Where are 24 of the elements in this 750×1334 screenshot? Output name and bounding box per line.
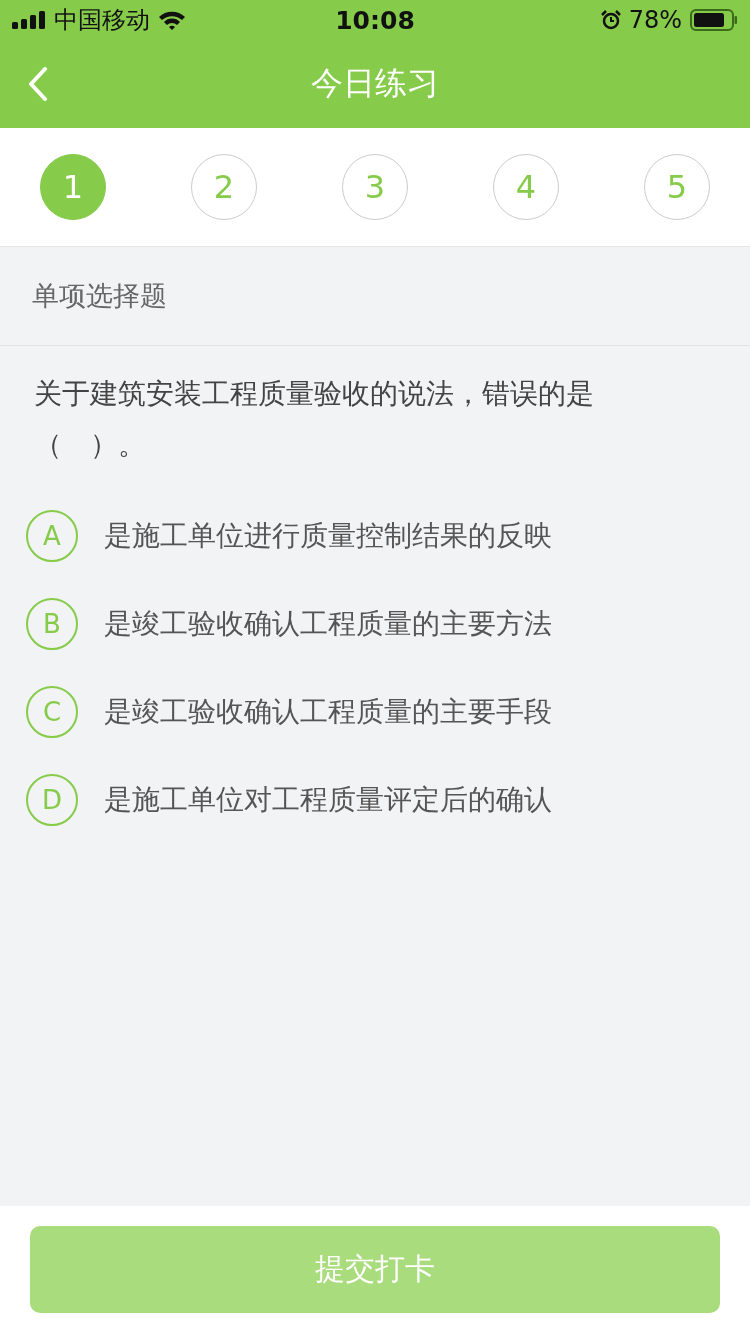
battery-icon [690,9,738,31]
question-number-tab[interactable]: 1 [40,154,106,220]
back-icon[interactable] [28,67,48,101]
option-letter[interactable]: B [26,598,78,650]
option-letter[interactable]: D [26,774,78,826]
option-text[interactable]: 是竣工验收确认工程质量的主要手段 [104,693,552,731]
signal-icon [12,11,46,29]
question-number-tab[interactable]: 3 [342,154,408,220]
option-text[interactable]: 是竣工验收确认工程质量的主要方法 [104,605,552,643]
carrier-name: 中国移动 [54,5,150,36]
option-letter[interactable]: A [26,510,78,562]
status-time: 10:08 [335,5,415,35]
alarm-icon [600,10,621,30]
page-title: 今日练习 [311,63,439,104]
option-text[interactable]: 是施工单位对工程质量评定后的确认 [104,781,552,819]
battery-percent: 78% [628,6,682,34]
wifi-icon [158,10,186,30]
option-text[interactable]: 是施工单位进行质量控制结果的反映 [104,517,552,555]
option-letter[interactable]: C [26,686,78,738]
question-number-tab[interactable]: 5 [644,154,710,220]
section-title: 单项选择题 [32,279,167,313]
question-text: 关于建筑安装工程质量验收的说法，错误的是（ ）。 [34,376,595,463]
question-number-tab[interactable]: 4 [493,154,559,220]
question-number-tab[interactable]: 2 [191,154,257,220]
